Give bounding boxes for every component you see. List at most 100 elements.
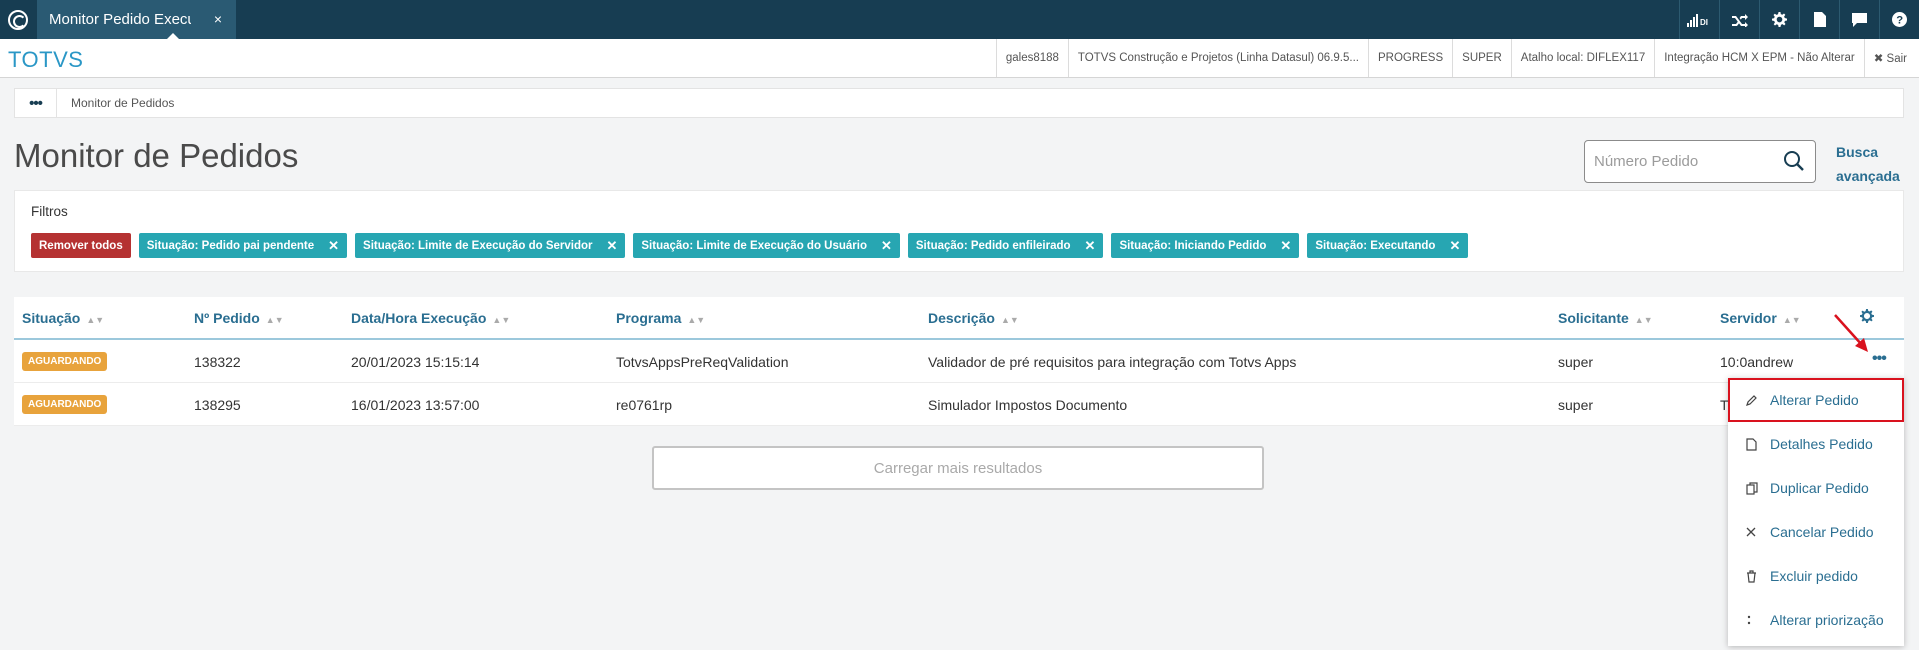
filter-chip: Situação: Pedido enfileirado ✕ xyxy=(907,233,1104,258)
col-situacao[interactable]: Situação ▲▼ xyxy=(22,310,104,326)
status-badge: AGUARDANDO xyxy=(22,395,108,414)
col-descricao[interactable]: Descrição ▲▼ xyxy=(928,310,1019,326)
filter-chip: Situação: Pedido pai pendente ✕ xyxy=(138,233,348,258)
col-programa[interactable]: Programa ▲▼ xyxy=(616,310,705,326)
menu-item-label: Cancelar Pedido xyxy=(1770,524,1874,540)
filter-chip-label: Situação: Executando xyxy=(1315,239,1436,252)
sort-icon: ▲▼ xyxy=(86,315,105,325)
table-row[interactable]: AGUARDANDO 138322 20/01/2023 15:15:14 To… xyxy=(14,340,1904,383)
annotation-arrow-icon xyxy=(1834,314,1868,352)
help-icon[interactable]: ? xyxy=(1879,0,1919,39)
remove-all-button[interactable]: Remover todos xyxy=(31,233,131,258)
document-icon[interactable] xyxy=(1799,0,1839,39)
close-icon[interactable]: ✕ xyxy=(1280,238,1291,254)
cell-programa: TotvsAppsPreReqValidation xyxy=(616,354,789,370)
orders-table: Situação ▲▼ Nº Pedido ▲▼ Data/Hora Execuçã… xyxy=(14,297,1904,426)
app-logo-button[interactable] xyxy=(0,0,36,39)
svg-text:DI: DI xyxy=(1700,18,1708,27)
sort-icon: ▲▼ xyxy=(265,315,284,325)
cell-servidor: 10:0andrew xyxy=(1720,354,1794,370)
cell-descricao: Validador de pré requisitos para integra… xyxy=(928,354,1297,370)
cell-data: 20/01/2023 15:15:14 xyxy=(351,354,480,370)
top-bar: Monitor Pedido Execução × DI ? xyxy=(0,0,1919,39)
close-icon[interactable]: ✕ xyxy=(1085,238,1096,254)
filter-chip-label: Situação: Iniciando Pedido xyxy=(1119,239,1267,252)
menu-item-label: Duplicar Pedido xyxy=(1770,480,1869,496)
close-icon xyxy=(1746,527,1764,537)
logout-button[interactable]: ✖ Sair xyxy=(1863,39,1919,77)
col-servidor[interactable]: Servidor ▲▼ xyxy=(1720,310,1801,326)
filter-chip-label: Situação: Pedido pai pendente xyxy=(146,239,315,252)
filter-chip: Situação: Executando ✕ xyxy=(1307,233,1469,258)
close-icon[interactable]: ✕ xyxy=(606,238,617,254)
menu-item-excluir-pedido[interactable]: Excluir pedido xyxy=(1728,554,1904,598)
col-pedido[interactable]: Nº Pedido ▲▼ xyxy=(194,310,284,326)
info-company[interactable]: TOTVS Construção e Projetos (Linha Datas… xyxy=(1067,39,1368,77)
shuffle-icon[interactable] xyxy=(1719,0,1759,39)
filter-chip-label: Situação: Limite de Execução do Servidor xyxy=(363,239,593,252)
close-icon[interactable]: ✕ xyxy=(1449,238,1460,254)
filters-panel: Filtros Remover todos Situação: Pedido p… xyxy=(14,190,1904,272)
document-icon xyxy=(1746,437,1764,451)
top-toolbar: DI ? xyxy=(1679,0,1919,39)
breadcrumb-more-button[interactable]: ••• xyxy=(15,89,57,117)
breadcrumb: ••• Monitor de Pedidos xyxy=(14,88,1904,118)
info-shortcut[interactable]: Atalho local: DIFLEX117 xyxy=(1510,39,1654,77)
chat-icon[interactable] xyxy=(1839,0,1879,39)
info-user[interactable]: gales8188 xyxy=(995,39,1068,77)
cell-pedido: 138322 xyxy=(194,354,241,370)
search-icon[interactable] xyxy=(1783,150,1805,177)
cell-solicitante: super xyxy=(1558,397,1594,413)
tab-close-icon[interactable]: × xyxy=(214,11,222,27)
row-actions-button[interactable]: ••• xyxy=(1872,350,1887,368)
tab-title: Monitor Pedido Execução xyxy=(49,11,191,28)
col-solicitante[interactable]: Solicitante ▲▼ xyxy=(1558,310,1653,326)
filters-title: Filtros xyxy=(31,204,68,219)
menu-item-alterar-priorizacao[interactable]: Alterar priorização xyxy=(1728,598,1904,642)
info-integration[interactable]: Integração HCM X EPM - Não Alterar xyxy=(1654,39,1863,77)
row-actions-menu: Alterar Pedido Detalhes Pedido Duplicar … xyxy=(1728,378,1904,646)
search-box xyxy=(1584,140,1816,183)
totvs-logo-icon xyxy=(8,9,28,30)
filter-chip: Situação: Iniciando Pedido ✕ xyxy=(1111,233,1300,258)
load-more-button[interactable]: Carregar mais resultados xyxy=(652,446,1264,490)
filter-chip-label: Situação: Limite de Execução do Usuário xyxy=(641,239,867,252)
info-database[interactable]: PROGRESS xyxy=(1367,39,1452,77)
cell-solicitante: super xyxy=(1558,354,1594,370)
menu-item-alterar-pedido[interactable]: Alterar Pedido xyxy=(1728,378,1904,422)
menu-item-label: Alterar priorização xyxy=(1770,612,1884,628)
search-input[interactable] xyxy=(1585,153,1765,170)
sort-icon: ▲▼ xyxy=(1634,315,1653,325)
menu-item-detalhes-pedido[interactable]: Detalhes Pedido xyxy=(1728,422,1904,466)
signal-icon[interactable]: DI xyxy=(1679,0,1719,39)
page-title: Monitor de Pedidos xyxy=(14,137,299,174)
breadcrumb-current: Monitor de Pedidos xyxy=(71,96,175,110)
app-header: TOTVS gales8188 TOTVS Construção e Proje… xyxy=(0,39,1919,78)
table-row[interactable]: AGUARDANDO 138295 16/01/2023 13:57:00 re… xyxy=(14,383,1904,426)
session-info: gales8188 TOTVS Construção e Projetos (L… xyxy=(995,39,1919,77)
close-icon[interactable]: ✕ xyxy=(328,238,339,254)
sort-icon: ▲▼ xyxy=(492,315,511,325)
copy-icon xyxy=(1746,481,1764,495)
trash-icon xyxy=(1746,569,1764,583)
menu-item-duplicar-pedido[interactable]: Duplicar Pedido xyxy=(1728,466,1904,510)
menu-item-label: Alterar Pedido xyxy=(1770,392,1859,408)
sort-icon: ▲▼ xyxy=(1000,315,1019,325)
cell-data: 16/01/2023 13:57:00 xyxy=(351,397,480,413)
table-header: Situação ▲▼ Nº Pedido ▲▼ Data/Hora Execuçã… xyxy=(14,297,1904,340)
gear-icon[interactable] xyxy=(1759,0,1799,39)
filter-chips: Remover todos Situação: Pedido pai pende… xyxy=(31,233,1469,258)
col-data[interactable]: Data/Hora Execução ▲▼ xyxy=(351,310,510,326)
cell-pedido: 138295 xyxy=(194,397,241,413)
cell-descricao: Simulador Impostos Documento xyxy=(928,397,1128,413)
status-badge: AGUARDANDO xyxy=(22,352,108,371)
menu-item-cancelar-pedido[interactable]: Cancelar Pedido xyxy=(1728,510,1904,554)
brand-logo: TOTVS xyxy=(8,47,84,72)
close-icon[interactable]: ✕ xyxy=(881,238,892,254)
cell-programa: re0761rp xyxy=(616,397,673,413)
svg-text:?: ? xyxy=(1896,15,1903,27)
advanced-search-link[interactable]: Busca avançada xyxy=(1836,140,1906,188)
sort-icon: ▲▼ xyxy=(1782,315,1801,325)
info-role[interactable]: SUPER xyxy=(1452,39,1511,77)
tab-monitor-pedido[interactable]: Monitor Pedido Execução × xyxy=(37,0,236,39)
